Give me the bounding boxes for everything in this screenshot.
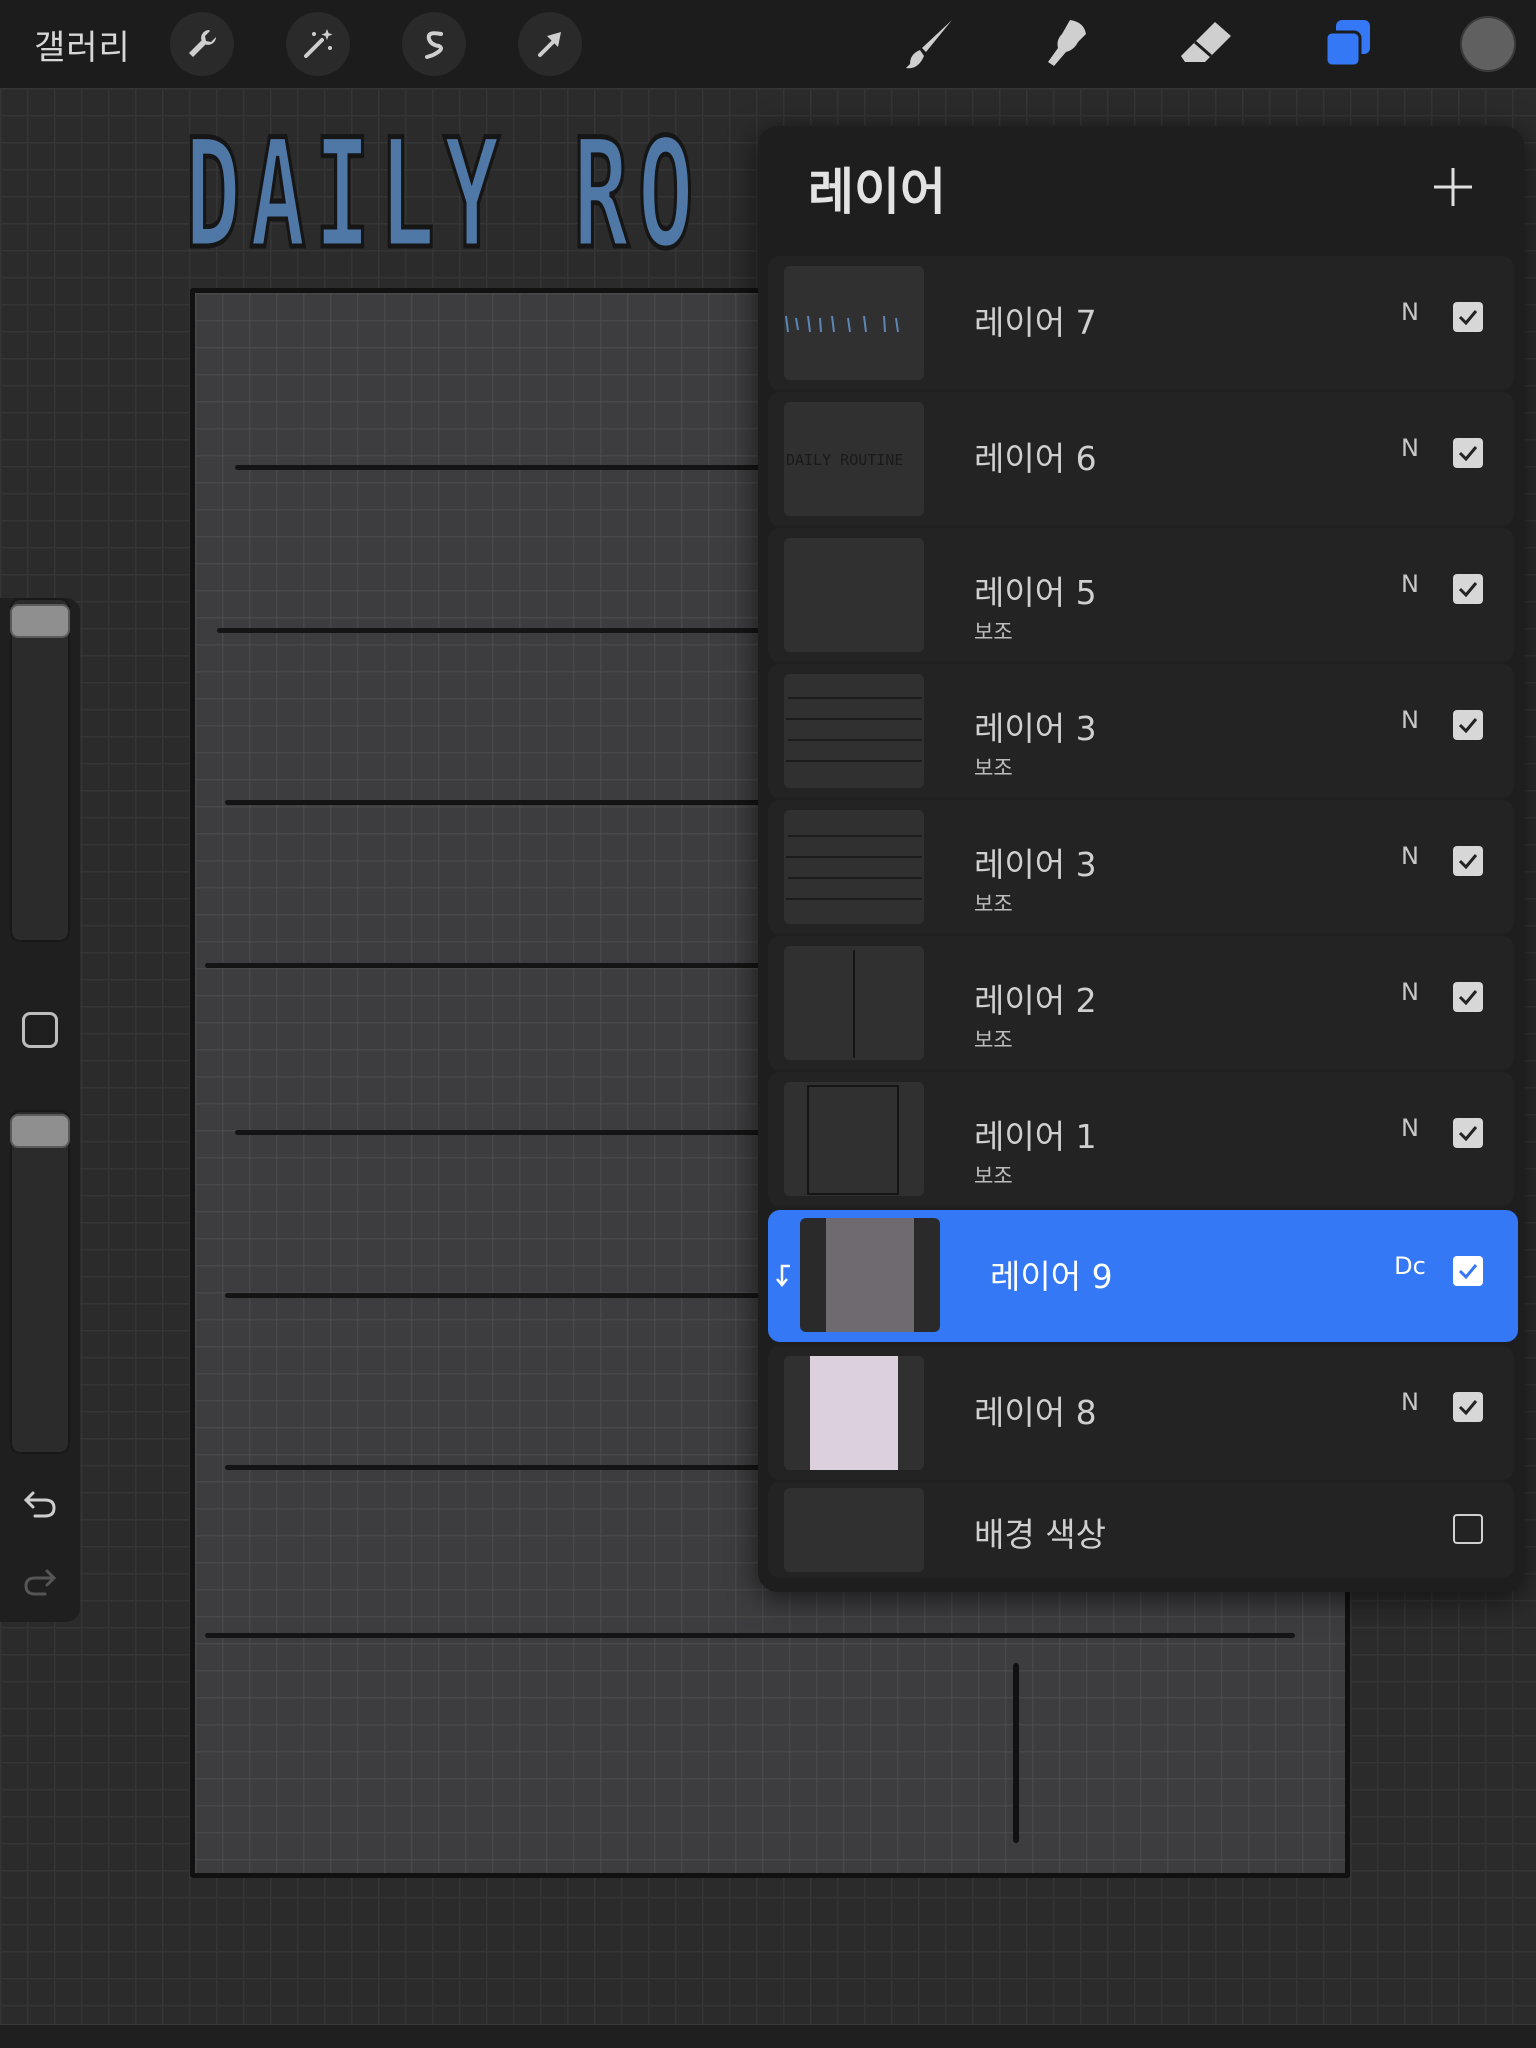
blend-mode-button[interactable]: N [1380, 1114, 1440, 1142]
layer-thumbnail [784, 266, 924, 380]
eraser-icon[interactable] [1174, 14, 1238, 74]
layer-thumbnail [800, 1218, 940, 1332]
layer-row[interactable]: 레이어 7 N [768, 256, 1514, 390]
brush-icon[interactable] [898, 14, 962, 74]
gallery-button[interactable]: 갤러리 [34, 20, 131, 69]
canvas-rule-line [205, 1633, 1295, 1638]
layer-name: 배경 색상 [974, 1515, 1106, 1554]
layer-name: 레이어 3 [974, 845, 1097, 884]
visibility-checkbox[interactable] [1453, 302, 1483, 332]
modify-button[interactable] [22, 1012, 58, 1048]
opacity-slider[interactable] [10, 1110, 70, 1454]
layer-row[interactable]: 레이어 1 보조 N [768, 1072, 1514, 1206]
layer-name: 레이어 2 [974, 981, 1097, 1020]
magic-wand-icon[interactable] [286, 12, 350, 76]
blend-mode-button[interactable]: N [1380, 298, 1440, 326]
visibility-checkbox[interactable] [1453, 574, 1483, 604]
opacity-slider-thumb[interactable] [10, 1114, 70, 1148]
layer-subtitle: 보조 [974, 1028, 1013, 1052]
layer-thumbnail [784, 946, 924, 1060]
layers-icon[interactable] [1316, 14, 1380, 74]
selection-icon[interactable] [402, 12, 466, 76]
visibility-checkbox[interactable] [1453, 1256, 1483, 1286]
brush-size-slider[interactable] [10, 598, 70, 942]
color-picker-swatch[interactable] [1460, 16, 1516, 72]
visibility-checkbox[interactable] [1453, 1118, 1483, 1148]
background-color-row[interactable]: 배경 색상 [768, 1482, 1514, 1578]
layer-subtitle: 보조 [974, 1164, 1013, 1188]
layer-thumbnail [784, 674, 924, 788]
blend-mode-button[interactable]: N [1380, 1388, 1440, 1416]
layer-row[interactable]: DAILY ROUTINE 레이어 6 N [768, 392, 1514, 526]
pink-fill [810, 1356, 898, 1470]
left-sidebar [0, 598, 80, 1622]
layer-subtitle: 보조 [974, 892, 1013, 916]
blend-mode-button[interactable]: N [1380, 434, 1440, 462]
paper-texture-fill [826, 1218, 914, 1332]
layers-panel: 레이어 레이어 7 N DAILY ROUTINE 레이어 6 N 레이어 5 … [758, 126, 1524, 1592]
layer-row-selected[interactable]: 레이어 9 Dc [768, 1210, 1518, 1342]
layer-thumbnail [784, 1356, 924, 1470]
layer-name: 레이어 5 [974, 573, 1097, 612]
wrench-icon[interactable] [170, 12, 234, 76]
layer-name: 레이어 7 [974, 303, 1097, 342]
brush-size-slider-thumb[interactable] [10, 604, 70, 638]
blend-mode-button[interactable]: N [1380, 978, 1440, 1006]
layer-subtitle: 보조 [974, 620, 1013, 644]
blend-mode-button[interactable]: N [1380, 842, 1440, 870]
blend-mode-button[interactable]: N [1380, 706, 1440, 734]
layer-row[interactable]: 레이어 3 보조 N [768, 664, 1514, 798]
redo-icon[interactable] [18, 1560, 62, 1604]
smudge-icon[interactable] [1036, 14, 1100, 74]
layer-thumbnail [784, 1082, 924, 1196]
blend-mode-button[interactable]: Dc [1380, 1252, 1440, 1280]
plus-icon[interactable] [1430, 164, 1476, 210]
layer-subtitle: 보조 [974, 756, 1013, 780]
layers-panel-title: 레이어 [808, 163, 946, 221]
layer-row[interactable]: 레이어 2 보조 N [768, 936, 1514, 1070]
bottom-edge [0, 2024, 1536, 2048]
undo-icon[interactable] [18, 1482, 62, 1526]
canvas-title-artwork: DAILY RO [183, 106, 703, 285]
layer-thumbnail [784, 810, 924, 924]
visibility-checkbox[interactable] [1453, 846, 1483, 876]
clipping-mask-icon [774, 1262, 796, 1288]
visibility-checkbox[interactable] [1453, 982, 1483, 1012]
layer-row[interactable]: 레이어 5 보조 N [768, 528, 1514, 662]
layer-thumbnail: DAILY ROUTINE [784, 402, 924, 516]
layer-row[interactable]: 레이어 3 보조 N [768, 800, 1514, 934]
visibility-checkbox[interactable] [1453, 710, 1483, 740]
svg-text:DAILY ROUTINE: DAILY ROUTINE [786, 451, 903, 469]
layer-name: 레이어 6 [974, 439, 1097, 478]
layer-thumbnail [784, 538, 924, 652]
top-toolbar: 갤러리 [0, 0, 1536, 88]
layer-name: 레이어 3 [974, 709, 1097, 748]
layer-name: 레이어 1 [974, 1117, 1097, 1156]
visibility-checkbox[interactable] [1453, 1514, 1483, 1544]
layer-name: 레이어 8 [974, 1393, 1097, 1432]
visibility-checkbox[interactable] [1453, 438, 1483, 468]
layer-name: 레이어 9 [990, 1257, 1113, 1296]
blend-mode-button[interactable]: N [1380, 570, 1440, 598]
layer-thumbnail [784, 1488, 924, 1572]
transform-arrow-icon[interactable] [518, 12, 582, 76]
layer-row[interactable]: 레이어 8 N [768, 1346, 1514, 1480]
canvas-divider-line [1013, 1663, 1019, 1843]
visibility-checkbox[interactable] [1453, 1392, 1483, 1422]
